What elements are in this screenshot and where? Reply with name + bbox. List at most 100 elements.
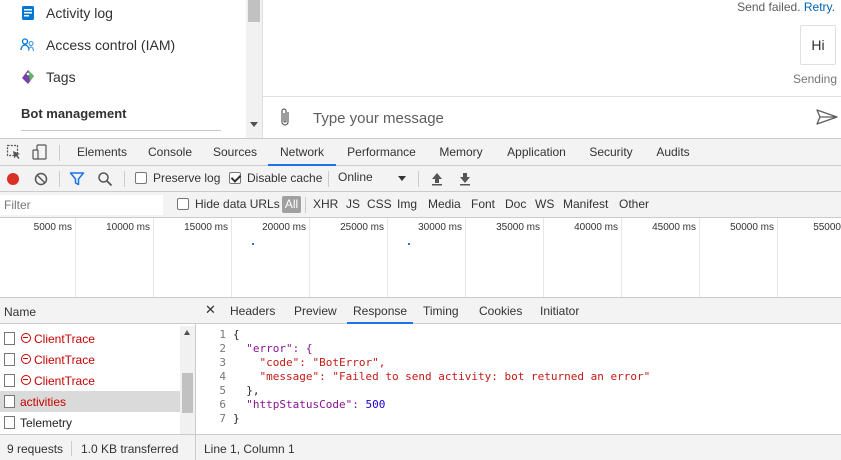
disable-cache-label: Disable cache xyxy=(247,171,323,185)
menu-scrollbar[interactable] xyxy=(246,0,262,138)
request-row[interactable]: ClientTrace xyxy=(0,370,180,391)
send-icon[interactable] xyxy=(815,107,839,127)
response-viewer[interactable]: 1{ 2 "error": { 3 "code": "BotError", 4 … xyxy=(196,328,841,426)
type-filter-other[interactable]: Other xyxy=(619,197,649,211)
code-text: "message": "Failed to send activity: bot… xyxy=(233,370,651,383)
section-divider xyxy=(21,130,221,131)
error-icon xyxy=(21,354,31,364)
paperclip-icon[interactable] xyxy=(277,106,293,128)
filter-bar: Hide data URLs All XHR JS CSS Img Media … xyxy=(0,192,841,218)
request-list-header[interactable]: Name xyxy=(0,298,196,324)
tab-response[interactable]: Response xyxy=(347,298,414,324)
send-box xyxy=(263,96,841,138)
close-icon[interactable]: ✕ xyxy=(205,302,216,318)
request-list-scrollbar[interactable] xyxy=(180,326,195,434)
scroll-down-arrow-icon[interactable] xyxy=(250,122,258,127)
record-icon[interactable] xyxy=(5,171,21,187)
throttling-select[interactable]: Online xyxy=(338,170,373,184)
nav-tags[interactable]: Tags xyxy=(20,66,76,88)
timeline-tick: 5000 ms xyxy=(33,222,72,233)
tab-network[interactable]: Network xyxy=(268,139,336,166)
toolbar-divider xyxy=(124,171,125,187)
timeline-gridline xyxy=(153,218,154,297)
scroll-up-arrow-icon[interactable] xyxy=(184,330,190,335)
export-har-icon[interactable] xyxy=(457,171,473,187)
tab-security[interactable]: Security xyxy=(578,139,644,166)
retry-link[interactable]: Retry. xyxy=(804,0,835,14)
error-icon xyxy=(21,333,31,343)
type-filter-doc[interactable]: Doc xyxy=(505,197,526,211)
tab-cookies[interactable]: Cookies xyxy=(479,298,522,324)
request-row-selected[interactable]: activities xyxy=(0,391,180,412)
timeline-tick: 35000 ms xyxy=(496,222,540,233)
request-list: Name ClientTrace ClientTrace ClientTrace… xyxy=(0,298,196,434)
nav-access-control[interactable]: Access control (IAM) xyxy=(20,34,175,56)
tab-application[interactable]: Application xyxy=(495,139,578,166)
tab-performance[interactable]: Performance xyxy=(336,139,427,166)
type-filter-img[interactable]: Img xyxy=(397,197,417,211)
type-filter-css[interactable]: CSS xyxy=(367,197,392,211)
devtools-tabbar: Elements Console Sources Network Perform… xyxy=(0,138,841,166)
inspect-element-icon[interactable] xyxy=(6,144,22,160)
tab-elements[interactable]: Elements xyxy=(66,139,138,166)
code-text: "code": "BotError", xyxy=(233,356,386,369)
type-filter-js[interactable]: JS xyxy=(346,197,360,211)
timeline-gridline xyxy=(309,218,310,297)
device-toolbar-icon[interactable] xyxy=(32,144,48,160)
filter-input[interactable] xyxy=(0,195,163,215)
timeline-tick: 20000 ms xyxy=(262,222,306,233)
tag-icon xyxy=(20,69,36,85)
line-number: 6 xyxy=(219,398,226,411)
hide-data-urls-label: Hide data URLs xyxy=(195,197,280,211)
timeline-request-mark xyxy=(408,243,410,245)
tab-console[interactable]: Console xyxy=(138,139,202,166)
timeline-tick: 55000 xyxy=(813,222,841,233)
tab-timing[interactable]: Timing xyxy=(423,298,459,324)
type-filter-media[interactable]: Media xyxy=(428,197,461,211)
file-icon xyxy=(4,416,15,429)
search-icon[interactable] xyxy=(97,171,113,187)
toolbar-divider xyxy=(59,171,60,187)
code-text: }, xyxy=(233,384,260,397)
nav-label: Activity log xyxy=(46,5,113,21)
type-filter-ws[interactable]: WS xyxy=(535,197,554,211)
timeline-gridline xyxy=(231,218,232,297)
disable-cache-checkbox[interactable] xyxy=(229,172,241,184)
tab-initiator[interactable]: Initiator xyxy=(540,298,579,324)
preserve-log-checkbox[interactable] xyxy=(135,172,147,184)
name-column-header[interactable]: Name xyxy=(4,305,36,319)
status-divider xyxy=(71,441,72,456)
timeline-gridline xyxy=(75,218,76,297)
type-filter-xhr[interactable]: XHR xyxy=(313,197,338,211)
file-icon xyxy=(4,353,15,366)
resource-menu: Activity log Access control (IAM) Tags B… xyxy=(0,0,262,138)
tab-sources[interactable]: Sources xyxy=(202,139,268,166)
filter-icon[interactable] xyxy=(69,171,85,187)
request-row[interactable]: ClientTrace xyxy=(0,328,180,349)
request-row[interactable]: Telemetry xyxy=(0,412,180,433)
scrollbar-thumb[interactable] xyxy=(248,0,260,22)
type-filter-font[interactable]: Font xyxy=(471,197,495,211)
code-text: "httpStatusCode": 500 xyxy=(233,398,386,411)
hide-data-urls-checkbox[interactable] xyxy=(177,198,189,210)
import-har-icon[interactable] xyxy=(429,171,445,187)
tab-memory[interactable]: Memory xyxy=(427,139,495,166)
request-count: 9 requests xyxy=(7,442,64,456)
request-row[interactable]: ClientTrace xyxy=(0,349,180,370)
message-input[interactable] xyxy=(313,107,783,129)
tab-preview[interactable]: Preview xyxy=(294,298,337,324)
toolbar-divider xyxy=(328,171,329,187)
tab-headers[interactable]: Headers xyxy=(230,298,275,324)
clear-icon[interactable] xyxy=(33,171,49,187)
line-number: 7 xyxy=(219,412,226,425)
type-filter-all[interactable]: All xyxy=(282,196,301,213)
chevron-down-icon[interactable] xyxy=(398,176,406,181)
nav-activity-log[interactable]: Activity log xyxy=(20,2,113,24)
network-overview[interactable]: 5000 ms 10000 ms 15000 ms 20000 ms 25000… xyxy=(0,218,841,298)
toolbar-divider xyxy=(305,197,306,213)
transferred-size: 1.0 KB transferred xyxy=(81,442,179,456)
tab-audits[interactable]: Audits xyxy=(644,139,702,166)
nav-label: Tags xyxy=(46,69,76,85)
type-filter-manifest[interactable]: Manifest xyxy=(563,197,608,211)
scrollbar-thumb[interactable] xyxy=(182,373,193,413)
